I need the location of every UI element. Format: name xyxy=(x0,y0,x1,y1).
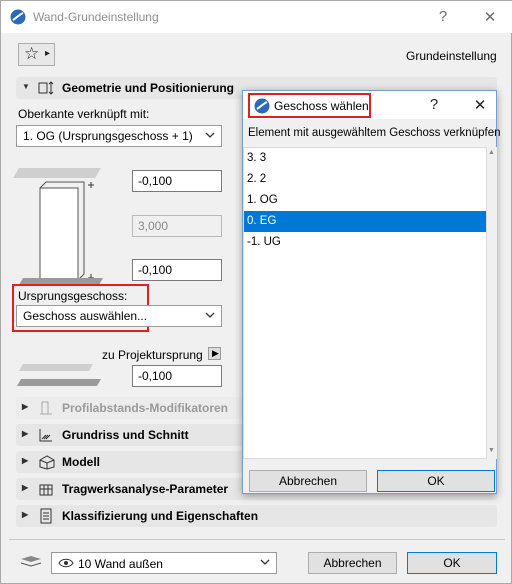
section-label: Grundriss und Schnitt xyxy=(62,428,189,442)
floor-list-item[interactable]: 1. OG xyxy=(244,190,486,211)
origin-floor-value: Geschoss auswählen... xyxy=(23,309,148,323)
scrollbar[interactable]: ▲ ▼ xyxy=(487,147,497,459)
top-link-value: 1. OG (Ursprungsgeschoss + 1) xyxy=(23,129,193,143)
window-title: Wand-Grundeinstellung xyxy=(33,10,159,24)
classification-icon xyxy=(38,508,54,524)
cancel-button[interactable]: Abbrechen xyxy=(308,552,397,574)
origin-floor-label: Ursprungsgeschoss: xyxy=(18,289,128,303)
floor-list-item[interactable]: 3. 3 xyxy=(244,148,486,169)
scroll-up-icon[interactable]: ▲ xyxy=(488,149,495,156)
top-link-dropdown[interactable]: 1. OG (Ursprungsgeschoss + 1) xyxy=(16,125,222,147)
title-bar: Wand-Grundeinstellung ? ✕ xyxy=(1,1,512,33)
project-origin-label: zu Projektursprung xyxy=(102,348,203,362)
section-classification[interactable]: ▶ Klassifizierung und Eigenschaften xyxy=(16,505,497,527)
expanded-triangle-icon: ▼ xyxy=(22,82,30,91)
project-origin-toggle[interactable]: ▶ xyxy=(208,347,221,360)
layer-icon xyxy=(19,554,43,568)
origin-floor-dropdown[interactable]: Geschoss auswählen... xyxy=(16,305,222,327)
top-offset-field[interactable]: -0,100 xyxy=(132,170,222,192)
dialog-ok-button[interactable]: OK xyxy=(377,470,495,492)
collapsed-triangle-icon: ▶ xyxy=(22,456,29,465)
dialog-title: Geschoss wählen xyxy=(274,99,369,113)
floor-plan-icon xyxy=(38,427,54,443)
app-logo-icon xyxy=(10,9,26,25)
dialog-cancel-button[interactable]: Abbrechen xyxy=(249,470,367,492)
section-label: Klassifizierung und Eigenschaften xyxy=(62,509,259,523)
dialog-close-button[interactable]: ✕ xyxy=(465,96,495,114)
top-link-label: Oberkante verknüpft mit: xyxy=(18,107,150,121)
model-icon xyxy=(38,454,55,470)
collapsed-triangle-icon: ▶ xyxy=(22,429,29,438)
section-label: Modell xyxy=(62,455,100,469)
dialog-help-button[interactable]: ? xyxy=(419,96,449,113)
section-label: Tragwerksanalyse-Parameter xyxy=(62,482,229,496)
origin-plane-graphic xyxy=(18,364,94,371)
project-origin-field[interactable]: -0,100 xyxy=(132,365,222,387)
footer-divider xyxy=(9,539,505,540)
select-floor-dialog: Geschoss wählen ? ✕ Element mit ausgewäh… xyxy=(242,90,501,494)
close-button[interactable]: ✕ xyxy=(475,8,505,26)
dialog-instruction: Element mit ausgewähltem Geschoss verknü… xyxy=(248,127,501,139)
floor-list-item[interactable]: 2. 2 xyxy=(244,169,486,190)
help-button[interactable]: ? xyxy=(428,8,458,25)
chevron-down-icon xyxy=(205,130,215,143)
collapsed-triangle-icon: ▶ xyxy=(22,483,29,492)
eye-icon xyxy=(58,556,74,573)
geometry-icon xyxy=(38,80,54,96)
section-label: Geometrie und Positionierung xyxy=(62,81,235,95)
ok-button[interactable]: OK xyxy=(407,552,497,574)
chevron-right-icon: ▸ xyxy=(45,48,51,59)
collapsed-triangle-icon: ▶ xyxy=(22,510,29,519)
structural-analysis-icon xyxy=(38,481,54,497)
preset-label: Grundeinstellung xyxy=(406,49,497,63)
favorites-button[interactable]: ☆ ▸ xyxy=(18,43,55,66)
top-plane-graphic xyxy=(13,168,101,178)
origin-base-graphic xyxy=(16,379,102,386)
star-icon: ☆ xyxy=(24,44,40,63)
floor-list-item-selected[interactable]: 0. EG xyxy=(244,211,486,232)
wall-height-field[interactable]: 3,000 xyxy=(132,215,222,237)
app-logo-icon xyxy=(254,98,270,114)
dialog-title-bar: Geschoss wählen ? ✕ xyxy=(243,91,496,119)
chevron-down-icon xyxy=(260,557,270,570)
floor-list-item[interactable]: -1. UG xyxy=(244,232,486,253)
section-label: Profilabstands-Modifikatoren xyxy=(62,401,229,415)
profile-modifier-icon xyxy=(38,400,54,416)
collapsed-triangle-icon: ▶ xyxy=(22,402,29,411)
chevron-down-icon xyxy=(205,310,215,323)
play-icon: ▶ xyxy=(212,348,219,358)
bottom-offset-field[interactable]: -0,100 xyxy=(132,259,222,281)
layer-value: 10 Wand außen xyxy=(78,557,163,571)
scroll-down-icon[interactable]: ▼ xyxy=(488,447,495,454)
wall-height-diagram xyxy=(13,168,111,288)
layer-dropdown[interactable]: 10 Wand außen xyxy=(51,552,277,574)
floor-list[interactable]: 3. 3 2. 2 1. OG 0. EG -1. UG xyxy=(243,147,487,459)
